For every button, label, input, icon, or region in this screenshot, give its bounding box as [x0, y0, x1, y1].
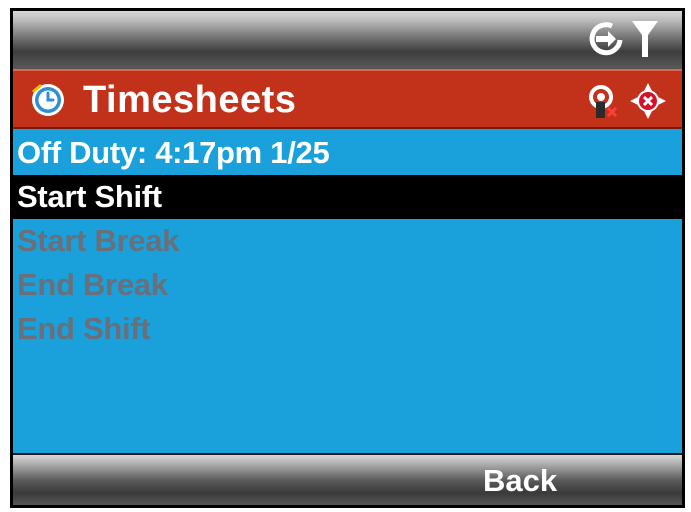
end-break-item[interactable]: End Break [13, 263, 682, 307]
clock-icon [31, 83, 65, 122]
status-icons [586, 17, 660, 64]
status-bar [13, 11, 682, 69]
title-status-icons [586, 81, 668, 126]
phone-screen: Timesheets Off Duty: 4:17pm 1/25 Start S… [10, 8, 685, 508]
notification-blocked-icon [586, 82, 620, 125]
duty-status-text: Off Duty: 4:17pm 1/25 [17, 135, 330, 170]
gps-off-icon [628, 81, 668, 126]
start-break-item[interactable]: Start Break [13, 219, 682, 263]
softkey-bar: Back [13, 453, 682, 505]
start-shift-item[interactable]: Start Shift [13, 175, 682, 219]
data-sync-icon [586, 18, 626, 63]
timesheet-menu-list: Off Duty: 4:17pm 1/25 Start Shift Start … [13, 131, 682, 351]
signal-antenna-icon [630, 17, 660, 64]
end-shift-item[interactable]: End Shift [13, 307, 682, 351]
title-bar: Timesheets [13, 69, 682, 129]
back-softkey[interactable]: Back [483, 459, 557, 503]
app-title: Timesheets [83, 79, 297, 121]
